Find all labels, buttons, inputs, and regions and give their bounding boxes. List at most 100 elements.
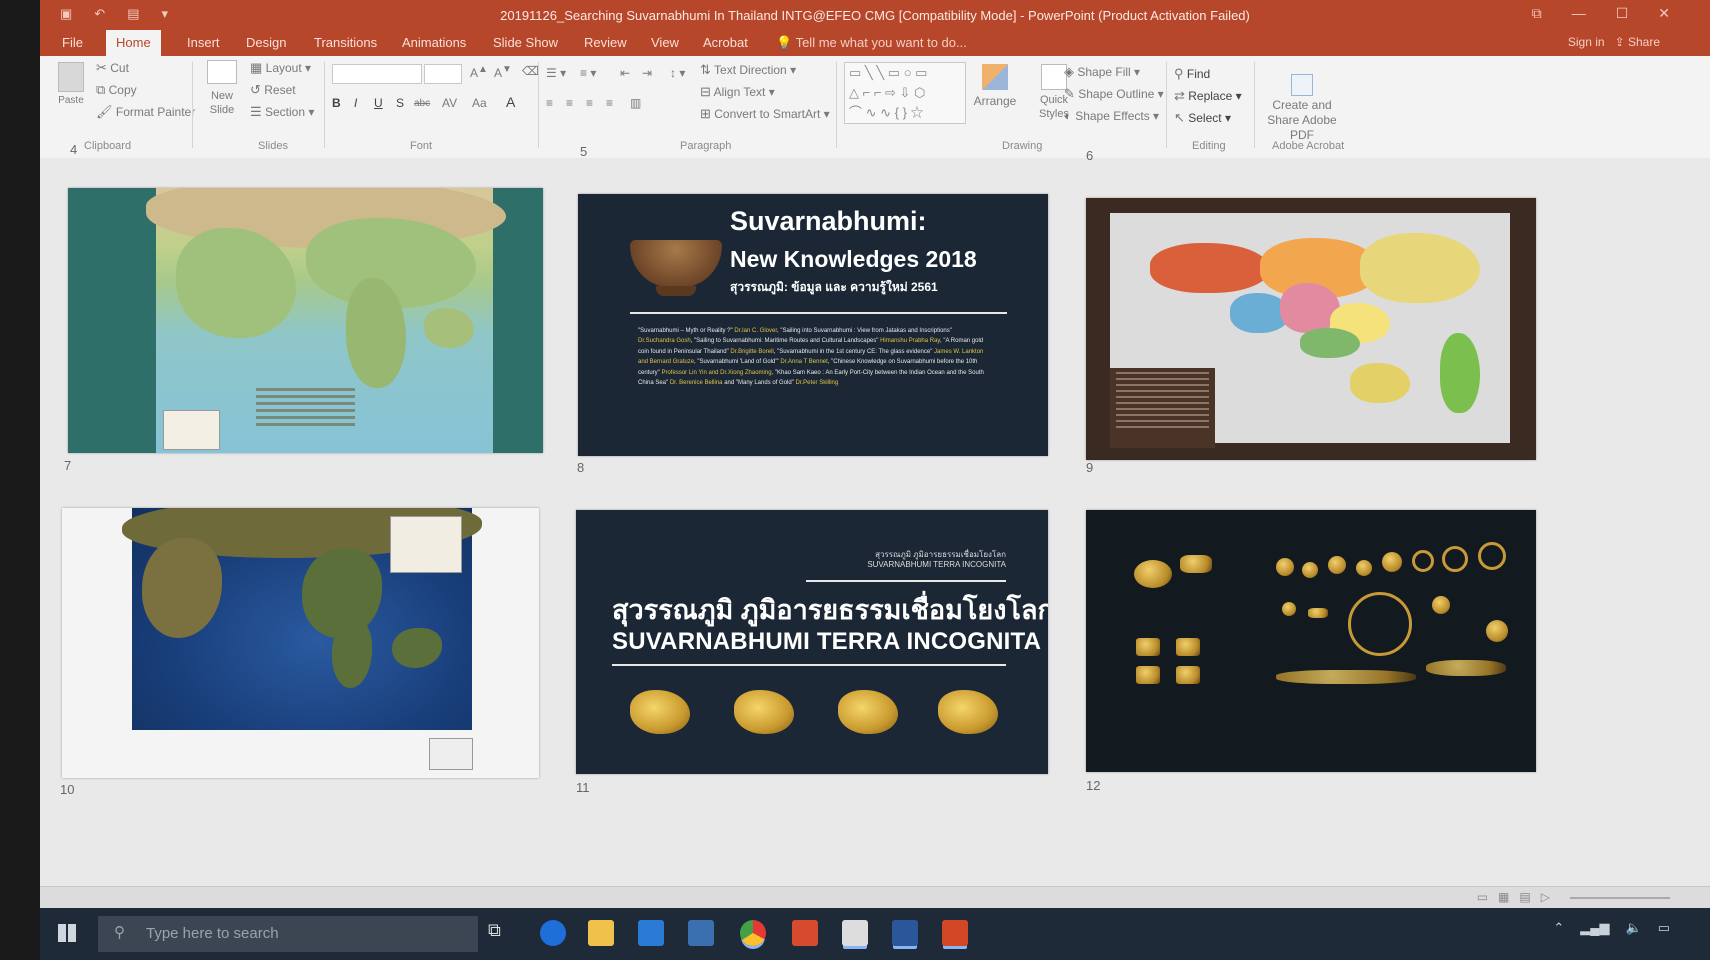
normal-view-icon[interactable]: ▭ bbox=[1477, 890, 1488, 904]
grow-font-icon[interactable]: A▲ bbox=[470, 64, 488, 80]
powerpoint-icon[interactable] bbox=[942, 920, 968, 946]
tab-home[interactable]: Home bbox=[106, 30, 161, 56]
font-color-button[interactable]: A bbox=[506, 94, 515, 110]
font-name-select[interactable] bbox=[332, 64, 422, 84]
brush-icon: 🖌 bbox=[96, 104, 113, 119]
strikethrough-button[interactable]: abc bbox=[414, 98, 430, 109]
slide-thumbnail-12[interactable] bbox=[1086, 510, 1536, 772]
justify-icon[interactable]: ≡ bbox=[606, 96, 613, 110]
slide-thumbnail-10[interactable] bbox=[62, 508, 539, 778]
shrink-font-icon[interactable]: A▼ bbox=[494, 64, 512, 80]
share-icon: ⇪ bbox=[1614, 35, 1625, 49]
gold-flower-image bbox=[1486, 620, 1508, 642]
align-left-icon[interactable]: ≡ bbox=[546, 96, 553, 110]
start-button[interactable] bbox=[40, 908, 100, 960]
mail-icon[interactable] bbox=[688, 920, 714, 946]
divider bbox=[324, 62, 325, 148]
align-text-button[interactable]: ⊟ Align Text ▾ bbox=[700, 84, 775, 100]
pen-icon: ✎ bbox=[1064, 86, 1075, 101]
underline-button[interactable]: U bbox=[374, 96, 383, 110]
align-right-icon[interactable]: ≡ bbox=[586, 96, 593, 110]
reset-button[interactable]: ↺ Reset bbox=[250, 82, 296, 98]
increase-indent-icon[interactable]: ⇥ bbox=[642, 66, 652, 80]
copy-button[interactable]: ⧉ Copy bbox=[96, 82, 137, 98]
format-painter-button[interactable]: 🖌 Format Painter bbox=[96, 104, 195, 120]
slide-thumbnail-11[interactable]: สุวรรณภูมิ ภูมิอารยธรรมเชื่อมโยงโลก SUVA… bbox=[576, 510, 1048, 774]
decrease-indent-icon[interactable]: ⇤ bbox=[620, 66, 630, 80]
slide-body-text: "Suvarnabhumi – Myth or Reality ?" Dr.Ia… bbox=[638, 326, 990, 388]
word-icon[interactable] bbox=[892, 920, 918, 946]
bold-button[interactable]: B bbox=[332, 96, 341, 110]
char-spacing-button[interactable]: AV bbox=[442, 96, 457, 110]
close-icon[interactable]: ✕ bbox=[1658, 5, 1670, 22]
align-center-icon[interactable]: ≡ bbox=[566, 96, 573, 110]
gold-artifact-image bbox=[938, 690, 998, 734]
create-share-pdf-button[interactable]: Create and Share Adobe PDF bbox=[1262, 74, 1342, 143]
shape-fill-button[interactable]: ◈ Shape Fill ▾ bbox=[1064, 64, 1140, 80]
slide-sorter-view-icon[interactable]: ▦ bbox=[1498, 890, 1509, 904]
tab-transitions[interactable]: Transitions bbox=[314, 35, 377, 50]
section-button[interactable]: ☰ Section ▾ bbox=[250, 104, 314, 120]
slide-thumbnail-7[interactable] bbox=[68, 188, 543, 453]
arrange-button[interactable]: Arrange bbox=[970, 64, 1020, 108]
taskbar-search[interactable]: ⚲ Type here to search bbox=[98, 916, 478, 952]
find-button[interactable]: ⚲ Find bbox=[1174, 66, 1210, 82]
chrome-icon[interactable] bbox=[740, 920, 766, 946]
edge-icon[interactable] bbox=[540, 920, 566, 946]
divider bbox=[630, 312, 1007, 314]
task-view-icon[interactable]: ⧉ bbox=[488, 920, 514, 946]
replace-button[interactable]: ⇄ Replace ▾ bbox=[1174, 88, 1242, 104]
line-spacing-icon[interactable]: ↕ ▾ bbox=[670, 66, 685, 80]
paste-button[interactable]: Paste bbox=[54, 62, 88, 106]
tab-review[interactable]: Review bbox=[584, 35, 627, 50]
layout-button[interactable]: ▦ Layout ▾ bbox=[250, 60, 311, 76]
shadow-text-button[interactable]: S bbox=[396, 96, 404, 110]
shape-effects-button[interactable]: ◐ Shape Effects ▾ bbox=[1064, 108, 1159, 123]
shapes-gallery[interactable]: ▭ ╲ ╲ ▭ ○ ▭ △ ⌐ ⌐ ⇨ ⇩ ⬡ ⌒ ∿ ∿ { } ☆ bbox=[844, 62, 966, 124]
text-direction-button[interactable]: ⇅ Text Direction ▾ bbox=[700, 62, 796, 78]
body-text-run: , "Sailing into Suvarnabhumi : View from… bbox=[777, 328, 952, 334]
body-text-run: , "Suvarnabhumi in the 1st century CE: T… bbox=[773, 348, 935, 355]
ribbon-display-icon[interactable]: ⧉ bbox=[1532, 5, 1542, 22]
tab-file[interactable]: File bbox=[62, 35, 83, 50]
section-label: Section bbox=[265, 105, 306, 119]
chevron-up-icon[interactable]: ⌃ bbox=[1553, 920, 1564, 936]
new-slide-button[interactable]: New Slide bbox=[202, 60, 242, 116]
volume-icon[interactable]: 🔈 bbox=[1626, 920, 1642, 936]
file-explorer-icon[interactable] bbox=[588, 920, 614, 946]
tab-view[interactable]: View bbox=[651, 35, 679, 50]
numbering-icon[interactable]: ≡ ▾ bbox=[580, 66, 596, 80]
tab-design[interactable]: Design bbox=[246, 35, 286, 50]
change-case-button[interactable]: Aa bbox=[472, 96, 487, 110]
tell-me-box[interactable]: 💡 Tell me what you want to do... bbox=[776, 35, 967, 51]
convert-smartart-button[interactable]: ⊞ Convert to SmartArt ▾ bbox=[700, 106, 830, 122]
tab-acrobat[interactable]: Acrobat bbox=[703, 35, 748, 50]
slide-thumbnail-9[interactable] bbox=[1086, 198, 1536, 460]
app-red-icon[interactable] bbox=[792, 920, 818, 946]
map-region bbox=[1350, 363, 1410, 403]
store-icon[interactable] bbox=[638, 920, 664, 946]
minimize-icon[interactable]: — bbox=[1572, 5, 1586, 22]
sign-in-link[interactable]: Sign in ⇪ Share bbox=[1568, 35, 1660, 49]
slide-thumbnail-8[interactable]: Suvarnabhumi: New Knowledges 2018 สุวรรณ… bbox=[578, 194, 1048, 456]
network-icon[interactable]: ▂▄▆ bbox=[1580, 920, 1609, 936]
small-thai-title: สุวรรณภูมิ ภูมิอารยธรรมเชื่อมโยงโลก bbox=[875, 550, 1006, 559]
italic-button[interactable]: I bbox=[354, 96, 357, 110]
slideshow-view-icon[interactable]: ▷ bbox=[1541, 890, 1550, 904]
reading-view-icon[interactable]: ▤ bbox=[1519, 890, 1530, 904]
font-size-select[interactable] bbox=[424, 64, 462, 84]
shape-outline-button[interactable]: ✎ Shape Outline ▾ bbox=[1064, 86, 1164, 102]
photos-icon[interactable] bbox=[842, 920, 868, 946]
convert-smartart-label: Convert to SmartArt bbox=[714, 107, 821, 121]
clock-icon[interactable]: ▭ bbox=[1658, 920, 1670, 936]
maximize-icon[interactable]: ☐ bbox=[1616, 5, 1629, 22]
select-button[interactable]: ↖ Select ▾ bbox=[1174, 110, 1231, 126]
cut-button[interactable]: ✂ Cut bbox=[96, 60, 129, 76]
tab-animations[interactable]: Animations bbox=[402, 35, 466, 50]
clear-format-icon[interactable]: ⌫ bbox=[522, 64, 539, 78]
tab-slide-show[interactable]: Slide Show bbox=[493, 35, 558, 50]
columns-icon[interactable]: ▥ bbox=[630, 96, 641, 110]
tab-insert[interactable]: Insert bbox=[187, 35, 220, 50]
zoom-slider[interactable] bbox=[1570, 897, 1670, 899]
bullets-icon[interactable]: ☰ ▾ bbox=[546, 66, 566, 80]
